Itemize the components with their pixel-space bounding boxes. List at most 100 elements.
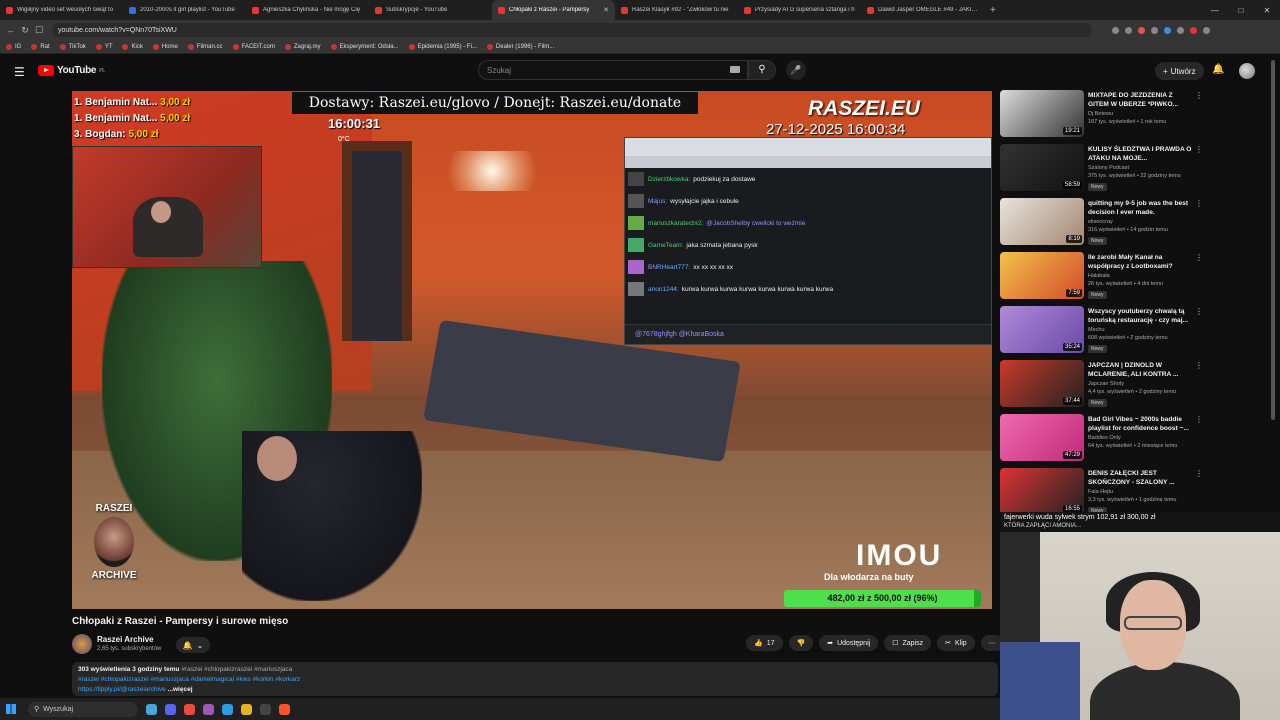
bookmark-item[interactable]: Filman.cc <box>187 43 223 50</box>
taskbar-search[interactable]: ⚲ Wyszukaj <box>28 701 138 717</box>
video-player[interactable]: 1. Benjamin Nat... 3,00 zł 1. Benjamin N… <box>72 91 992 609</box>
video-title[interactable]: quitting my 9-5 job was the best decisio… <box>1088 199 1194 217</box>
video-thumbnail[interactable]: 8:19 <box>1000 198 1084 245</box>
close-icon[interactable]: ✕ <box>1254 6 1280 15</box>
extension-icon[interactable] <box>1190 26 1197 34</box>
tab-close-icon[interactable]: ✕ <box>600 6 609 14</box>
microphone-icon[interactable]: 🎤 <box>786 60 806 80</box>
more-options-icon[interactable]: ⋮ <box>1195 253 1203 262</box>
page-scrollbar[interactable] <box>1271 60 1275 420</box>
bookmark-item[interactable]: Home <box>152 43 178 50</box>
extension-icon[interactable] <box>1164 26 1171 34</box>
account-avatar[interactable] <box>1239 63 1255 79</box>
video-title[interactable]: Ile zarobi Mały Kanał na współpracy z Lo… <box>1088 253 1194 271</box>
video-title[interactable]: MIXTAPE DO JEZDZENIA Z GITEM W UBERZE *P… <box>1088 91 1194 109</box>
browser-tab[interactable]: Subskrypcje - YouTube <box>369 0 492 20</box>
menu-icon[interactable]: ☰ <box>14 65 25 79</box>
video-channel[interactable]: Fala Hejtu <box>1088 488 1198 496</box>
app-icon[interactable] <box>241 703 252 715</box>
new-tab-button[interactable]: + <box>984 5 1002 16</box>
video-title[interactable]: Wszyscy youtuberzy chwalą tą toruńską re… <box>1088 307 1194 325</box>
bookmark-item[interactable]: Zagraj.my <box>284 43 321 50</box>
recommended-video[interactable]: 47:29 Bad Girl Vibes ~ 2000s baddie playl… <box>1000 414 1203 468</box>
more-options-icon[interactable]: ⋮ <box>1195 91 1203 100</box>
bookmark-item[interactable]: Eksperyment: Odsła... <box>330 43 399 50</box>
notifications-bell-icon[interactable]: 🔔 <box>1212 64 1224 75</box>
browser-tab[interactable]: Wigilijny video set wesołych świąt to <box>0 0 123 20</box>
reload-icon[interactable]: ↻ <box>18 25 32 36</box>
discord-icon[interactable] <box>165 703 176 715</box>
more-options-icon[interactable]: ⋮ <box>1195 307 1203 316</box>
video-title[interactable]: DENIS ZAŁĘCKI JEST SKOŃCZONY - SZALONY .… <box>1088 469 1194 487</box>
browser-tab[interactable]: 2010-2000s it girl playlist - YouTube <box>123 0 246 20</box>
video-channel[interactable]: Baddies Only <box>1088 434 1198 442</box>
recommended-video[interactable]: 37:44 JAPCZAN | DZINOLD W MCLARENIE, ALI … <box>1000 360 1203 414</box>
clip-button[interactable]: ✂ Klip <box>937 635 975 651</box>
video-title[interactable]: JAPCZAN | DZINOLD W MCLARENIE, ALI KONTR… <box>1088 361 1194 379</box>
app-icon[interactable] <box>203 703 214 715</box>
extension-icon[interactable] <box>1125 26 1132 34</box>
recommended-video[interactable]: 58:59 KULISY ŚLEDZTWA I PRAWDA O ATAKU NA… <box>1000 144 1203 198</box>
share-button[interactable]: ➦ Udostępnij <box>819 635 879 651</box>
video-thumbnail[interactable]: 47:29 <box>1000 414 1084 461</box>
extension-icon[interactable] <box>1203 26 1210 34</box>
chrome-icon[interactable] <box>184 703 195 715</box>
bookmark-item[interactable]: TikTok <box>59 43 86 50</box>
bookmark-item[interactable]: FACEIT.com <box>232 43 275 50</box>
extension-icon[interactable] <box>1177 26 1184 34</box>
more-options-icon[interactable]: ⋮ <box>1195 199 1203 208</box>
minimize-icon[interactable]: — <box>1202 6 1228 15</box>
brave-shield-icon[interactable] <box>1138 26 1145 34</box>
save-button[interactable]: ☐ Zapisz <box>884 635 932 651</box>
bookmark-item[interactable]: YT <box>95 43 112 50</box>
more-options-icon[interactable]: ⋮ <box>1195 415 1203 424</box>
browser-tab[interactable]: Chłopaki z Raszei - Pampersy ✕ <box>492 0 615 20</box>
like-button[interactable]: 👍 17 <box>746 635 783 651</box>
video-channel[interactable]: eliseocray <box>1088 218 1198 226</box>
recommended-video[interactable]: 8:19 quitting my 9-5 job was the best dec… <box>1000 198 1203 252</box>
back-icon[interactable]: ← <box>4 25 18 35</box>
browser-tab[interactable]: Dawid Jasper OMEGLE #49 - JAKIE M <box>861 0 984 20</box>
youtube-logo[interactable]: YouTube PL <box>38 65 105 76</box>
obs-icon[interactable] <box>260 703 271 715</box>
recommended-video[interactable]: 35:24 Wszyscy youtuberzy chwalą tą toruńs… <box>1000 306 1203 360</box>
bookmark-icon[interactable]: ☐ <box>32 25 46 36</box>
video-title[interactable]: Bad Girl Vibes ~ 2000s baddie playlist f… <box>1088 415 1194 433</box>
keyboard-icon[interactable] <box>730 66 740 73</box>
more-options-icon[interactable]: ⋮ <box>1195 145 1203 154</box>
bookmark-item[interactable]: IG <box>6 43 21 50</box>
video-title[interactable]: KULISY ŚLEDZTWA I PRAWDA O ATAKU NA MOJE… <box>1088 145 1194 163</box>
recommended-video[interactable]: 7:59 Ile zarobi Mały Kanał na współpracy … <box>1000 252 1203 306</box>
channel-name[interactable]: Raszei Archive <box>97 635 154 644</box>
video-channel[interactable]: Mechu <box>1088 326 1198 334</box>
video-channel[interactable]: Dj Betewu <box>1088 110 1198 118</box>
channel-avatar[interactable] <box>72 634 92 654</box>
recommended-video[interactable]: 19:21 MIXTAPE DO JEZDZENIA Z GITEM W UBER… <box>1000 90 1203 144</box>
search-button[interactable]: ⚲ <box>748 60 776 80</box>
video-thumbnail[interactable]: 7:59 <box>1000 252 1084 299</box>
bookmark-item[interactable]: Epidemia (1995) - Fi... <box>408 43 477 50</box>
video-channel[interactable]: Szalony Podcast <box>1088 164 1198 172</box>
show-more-button[interactable]: ...więcej <box>168 686 193 693</box>
steam-icon[interactable] <box>222 703 233 715</box>
url-field[interactable]: youtube.com/watch?v=QNn70TsiXWU <box>52 23 1092 37</box>
more-options-icon[interactable]: ⋮ <box>1195 469 1203 478</box>
browser-tab[interactable]: Raszei Klasyk #92 - "Zwłoków tu nie <box>615 0 738 20</box>
video-description[interactable]: 303 wyświetlenia 3 godziny temu #raszei … <box>72 662 998 696</box>
dislike-button[interactable]: 👎 <box>788 635 814 651</box>
file-explorer-icon[interactable] <box>146 703 157 715</box>
extension-icon[interactable] <box>1112 26 1119 34</box>
windows-start-button[interactable] <box>0 698 22 720</box>
create-button[interactable]: + Utwórz <box>1155 62 1204 80</box>
browser-tab[interactable]: Przysiady ATG superseria sztanga i h <box>738 0 861 20</box>
bookmark-item[interactable]: Kick <box>122 43 143 50</box>
bookmark-item[interactable]: Rat <box>31 43 50 50</box>
browser-tab[interactable]: Agnieszka Chylińska - Nie mogę Cię <box>246 0 369 20</box>
maximize-icon[interactable]: □ <box>1228 6 1254 15</box>
video-thumbnail[interactable]: 37:44 <box>1000 360 1084 407</box>
video-channel[interactable]: Halabala <box>1088 272 1198 280</box>
bookmark-item[interactable]: Dealer (1996) - Film... <box>486 43 554 50</box>
subscription-bell-button[interactable]: 🔔 ⌄ <box>176 637 210 653</box>
video-channel[interactable]: Japczan Shoty <box>1088 380 1198 388</box>
video-thumbnail[interactable]: 35:24 <box>1000 306 1084 353</box>
